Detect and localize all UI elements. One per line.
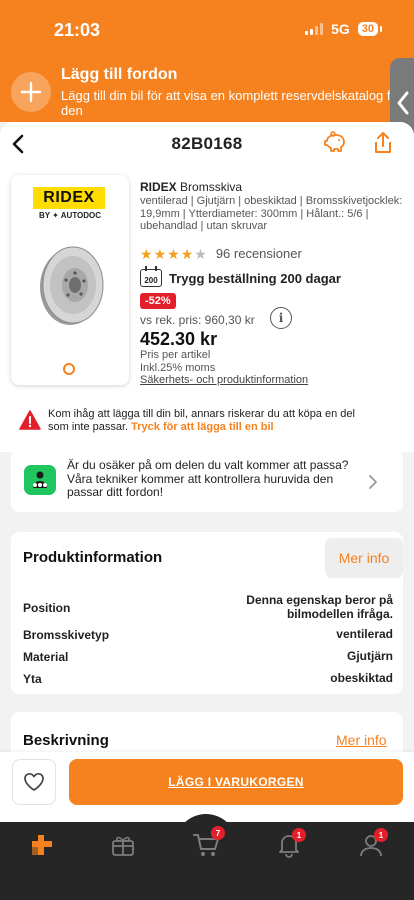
info-row-material: Material Gjutjärn [23, 649, 393, 664]
rating[interactable]: ★ ★ ★ ★ ★ 96 recensioner [140, 246, 302, 261]
notification-badge: 1 [292, 828, 306, 842]
autodoc-logo: BY ✦ AUTODOC [38, 211, 102, 220]
chevron-right-icon [369, 475, 377, 489]
product-info-title: Produktinformation [23, 549, 163, 566]
chevron-left-icon [397, 91, 409, 115]
tab-deals[interactable] [110, 832, 140, 862]
safety-info-link[interactable]: Säkerhets- och produktinformation [140, 374, 308, 386]
info-icon[interactable]: i [270, 307, 292, 329]
product-image-card[interactable]: RIDEX BY ✦ AUTODOC [11, 175, 129, 385]
plus-icon [20, 81, 42, 103]
cart-count-badge: 7 [211, 826, 225, 840]
status-indicators: 5G 30 [305, 21, 383, 37]
warning-icon [19, 410, 41, 430]
add-vehicle-warning: Kom ihåg att lägga till din bil, annars … [0, 404, 414, 452]
tab-notifications[interactable]: 1 [276, 828, 306, 862]
info-row-surface: Yta obeskiktad [23, 671, 393, 686]
info-value: Denna egenskap beror på bilmodellen ifrå… [246, 593, 393, 621]
discount-badge: -52% [140, 293, 176, 309]
fitment-check-card[interactable]: Är du osäker på om delen du valt kommer … [11, 450, 403, 512]
top-bar: 82B0168 [0, 122, 414, 166]
battery-icon: 30 [357, 22, 383, 36]
tab-cart[interactable]: 7 [175, 814, 237, 876]
add-vehicle-link[interactable]: Tryck för att lägga till en bil [131, 421, 273, 433]
piggy-bank-icon[interactable] [322, 131, 348, 155]
star-empty-icon: ★ [194, 245, 207, 262]
autodoc-home-icon [32, 835, 52, 855]
product-sheet: 82B0168 RIDEX BY ✦ AUTODOC RIDEX Bromssk… [0, 122, 414, 822]
network-label: 5G [331, 21, 350, 37]
favorite-button[interactable] [12, 759, 56, 805]
add-vehicle-subtitle: Lägg till din bil för att visa en komple… [61, 88, 403, 118]
ridex-logo: RIDEX [33, 187, 105, 209]
brake-disc-image [40, 246, 104, 325]
product-brand: RIDEX [140, 180, 177, 194]
warning-text: Kom ihåg att lägga till din bil, annars … [48, 408, 378, 434]
product-name: Bromsskiva [180, 180, 243, 194]
info-row-disc-type: Bromsskivetyp ventilerad [23, 627, 393, 642]
info-row-position: Position Denna egenskap beror på bilmode… [23, 593, 393, 621]
product-info-more-button[interactable]: Mer info [325, 538, 403, 578]
info-value: ventilerad [336, 627, 393, 641]
info-label: Position [23, 601, 71, 615]
price-per-item: Pris per artikel [140, 349, 211, 361]
star-icon: ★ [167, 245, 180, 262]
gift-icon [112, 836, 134, 856]
info-label: Bromsskivetyp [23, 628, 110, 642]
description-more-link[interactable]: Mer info [336, 732, 387, 748]
recommended-price: vs rek. pris: 960,30 kr [140, 313, 255, 327]
fitment-check-text: Är du osäker på om delen du valt kommer … [67, 458, 349, 499]
info-label: Material [23, 650, 69, 664]
product-title: RIDEX Bromsskiva [140, 180, 242, 194]
bottom-tab-bar: 7 1 1 [0, 814, 414, 900]
info-value: Gjutjärn [346, 649, 393, 663]
image-360-indicator-icon[interactable] [63, 363, 75, 375]
price-meta: Pris per artikel Inkl.25% moms [140, 349, 215, 374]
info-value: obeskiktad [330, 671, 393, 685]
heart-icon [24, 772, 44, 791]
tab-profile[interactable]: 1 [358, 828, 388, 862]
tab-home[interactable] [29, 832, 59, 862]
add-to-cart-button[interactable]: LÄGG I VARUKORGEN [69, 759, 403, 805]
share-icon[interactable] [372, 131, 394, 155]
product-summary: RIDEX BY ✦ AUTODOC RIDEX Bromsskiva vent… [0, 166, 414, 404]
add-vehicle-button[interactable] [11, 72, 51, 112]
star-icon: ★ [140, 245, 153, 262]
product-info-card: Produktinformation Mer info Position Den… [11, 532, 403, 694]
guarantee-row: 200 Trygg beställning 200 dagar [140, 266, 341, 287]
star-icon: ★ [180, 245, 194, 262]
add-vehicle-title: Lägg till fordon [61, 66, 178, 83]
status-time: 21:03 [54, 20, 101, 40]
status-bar: 21:03 5G 30 [0, 0, 414, 58]
profile-badge: 1 [374, 828, 388, 842]
signal-icon [305, 23, 324, 35]
calendar-icon: 200 [140, 266, 162, 287]
product-sku: 82B0168 [171, 134, 243, 153]
vat-note: Inkl.25% moms [140, 361, 216, 374]
price: 452.30 kr [140, 329, 218, 349]
technician-icon [24, 465, 56, 495]
star-icon: ★ [153, 245, 167, 262]
description-title: Beskrivning [23, 732, 109, 749]
guarantee-text: Trygg beställning 200 dagar [169, 270, 341, 286]
product-description: ventilerad | Gjutjärn | obeskiktad | Bro… [140, 195, 403, 232]
review-count[interactable]: 96 recensioner [216, 246, 302, 261]
add-vehicle-banner[interactable]: Lägg till fordon Lägg till din bil för a… [0, 58, 414, 122]
info-label: Yta [23, 672, 42, 686]
